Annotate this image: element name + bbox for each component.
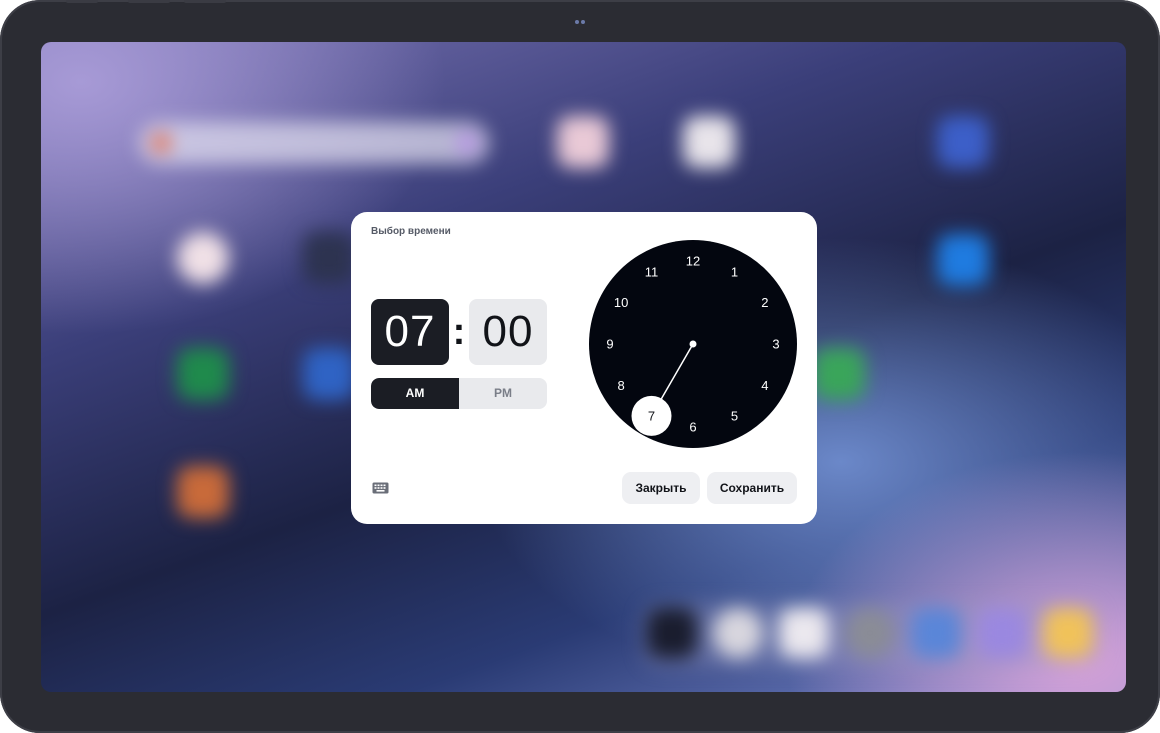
blurred-app-icon xyxy=(813,348,865,400)
clock-number-5[interactable]: 5 xyxy=(731,408,738,423)
blurred-dock-icon xyxy=(713,608,763,658)
blurred-dock-icon xyxy=(977,608,1027,658)
blurred-dock-icon xyxy=(647,608,697,658)
blurred-app-icon xyxy=(177,232,229,284)
clock-number-12[interactable]: 12 xyxy=(686,254,700,269)
power-button xyxy=(184,0,226,3)
minute-field[interactable]: 00 xyxy=(469,299,547,365)
volume-button xyxy=(128,0,170,3)
time-separator: : xyxy=(452,311,466,353)
blurred-app-icon xyxy=(177,348,229,400)
am-button[interactable]: AM xyxy=(371,378,459,409)
front-camera xyxy=(574,19,586,24)
blurred-search-bar xyxy=(139,122,489,164)
blurred-dock-icon xyxy=(1043,608,1093,658)
blurred-app-icon xyxy=(303,232,355,284)
volume-button xyxy=(66,0,98,3)
blurred-dock-icon xyxy=(845,608,895,658)
keyboard-icon[interactable] xyxy=(372,482,389,494)
save-button[interactable]: Сохранить xyxy=(707,472,797,504)
dialog-title: Выбор времени xyxy=(371,226,451,237)
blurred-app-icon xyxy=(177,466,229,518)
clock-number-8[interactable]: 8 xyxy=(618,378,625,393)
blurred-app-icon xyxy=(303,348,355,400)
close-button[interactable]: Закрыть xyxy=(622,472,700,504)
clock-number-7[interactable]: 7 xyxy=(648,408,655,423)
blurred-app-icon xyxy=(683,116,735,168)
am-pm-toggle: AM PM xyxy=(371,378,547,409)
tablet-frame: Выбор времени 07 : 00 AM PM 12 1 2 3 4 5 6 7 8 9 1… xyxy=(0,0,1160,733)
clock-number-10[interactable]: 10 xyxy=(614,295,628,310)
clock-number-11[interactable]: 11 xyxy=(645,265,659,280)
blurred-dock-icon xyxy=(911,608,961,658)
clock-number-6[interactable]: 6 xyxy=(689,420,696,435)
clock-dial[interactable]: 121234567891011 xyxy=(588,239,798,449)
blurred-app-icon xyxy=(557,116,609,168)
clock-number-1[interactable]: 1 xyxy=(731,265,738,280)
clock-center-dot xyxy=(689,340,697,348)
time-picker-dialog: Выбор времени 07 : 00 AM PM 12 1 2 3 4 5 6 7 8 9 1… xyxy=(351,212,817,524)
clock-number-3[interactable]: 3 xyxy=(772,337,779,352)
clock-number-9[interactable]: 9 xyxy=(606,337,613,352)
blurred-app-icon xyxy=(937,234,989,286)
blurred-app-icon xyxy=(937,116,989,168)
blurred-dock-icon xyxy=(779,608,829,658)
clock-number-2[interactable]: 2 xyxy=(761,295,768,310)
hour-field[interactable]: 07 xyxy=(371,299,449,365)
pm-button[interactable]: PM xyxy=(459,378,547,409)
clock-number-4[interactable]: 4 xyxy=(761,378,768,393)
